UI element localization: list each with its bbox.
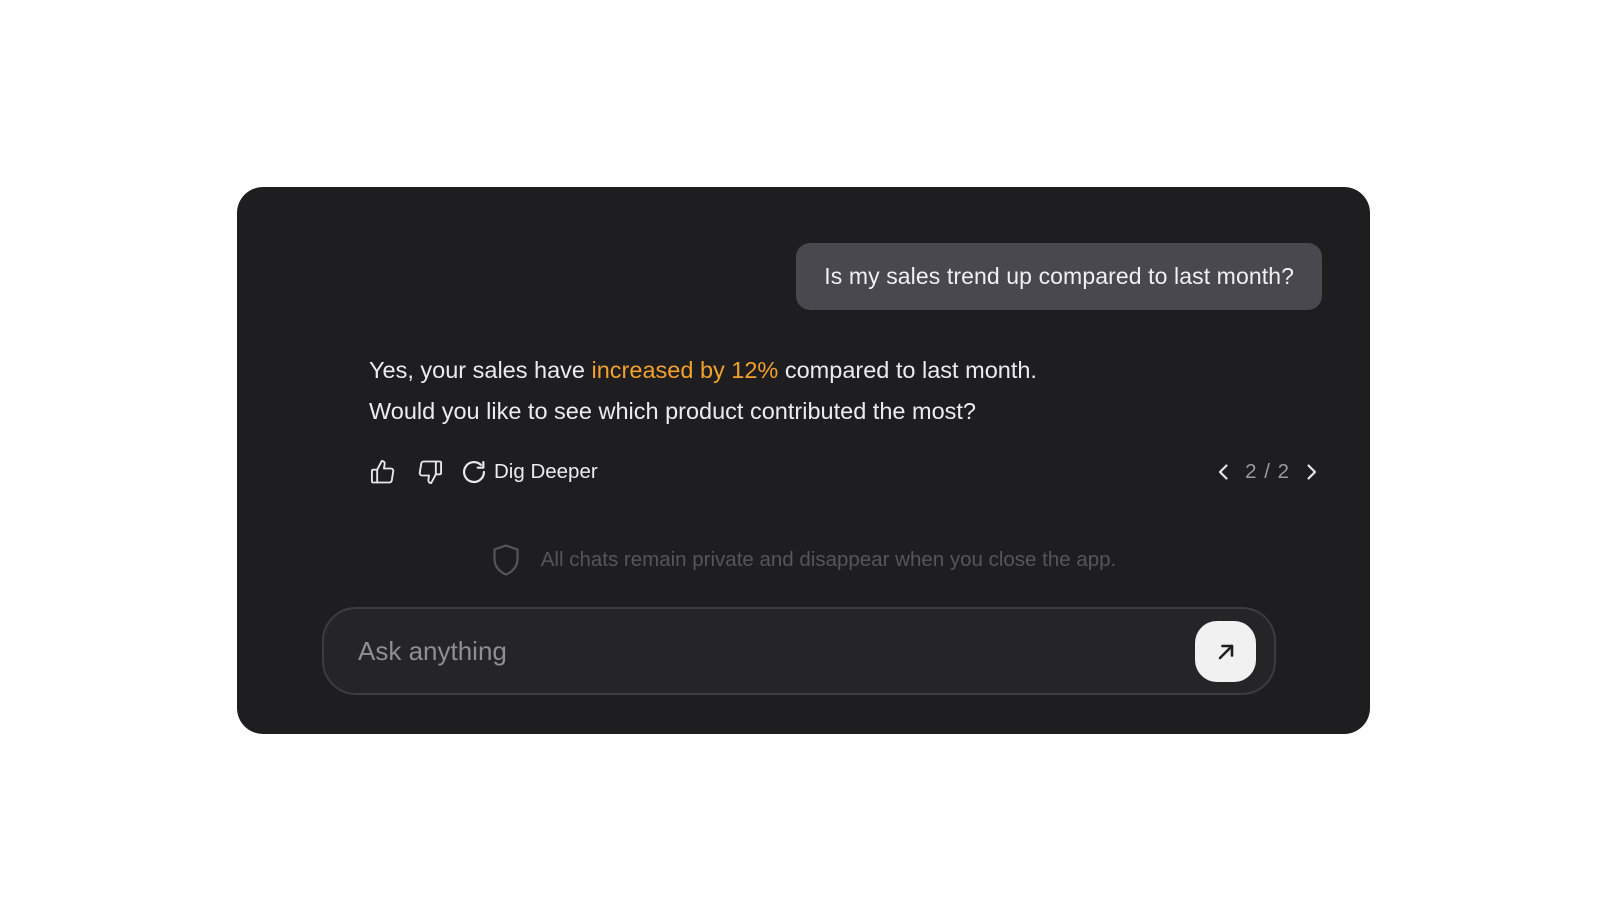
assistant-message-line-1: Yes, your sales have increased by 12% co… (369, 350, 1269, 391)
thumbs-down-button[interactable] (413, 455, 447, 489)
shield-icon (493, 544, 519, 576)
assistant-message-suffix: compared to last month. (778, 357, 1037, 383)
thumbs-up-icon (370, 459, 395, 484)
assistant-message: Yes, your sales have increased by 12% co… (369, 350, 1269, 432)
assistant-message-prefix: Yes, your sales have (369, 357, 592, 383)
user-message-bubble: Is my sales trend up compared to last mo… (796, 243, 1322, 310)
chevron-left-icon (1218, 464, 1228, 480)
pager-separator: / (1264, 460, 1271, 483)
privacy-note: All chats remain private and disappear w… (237, 543, 1370, 577)
assistant-message-highlight: increased by 12% (591, 357, 779, 383)
dig-deeper-label: Dig Deeper (494, 460, 598, 483)
privacy-note-text: All chats remain private and disappear w… (540, 548, 1117, 571)
composer (322, 607, 1276, 695)
dig-deeper-button[interactable]: Dig Deeper (460, 458, 598, 486)
response-pager: 2 / 2 (1211, 454, 1324, 490)
thumbs-down-icon (418, 460, 443, 485)
send-button[interactable] (1195, 621, 1256, 682)
previous-response-button[interactable] (1211, 457, 1237, 487)
pager-current: 2 (1245, 460, 1258, 483)
assistant-message-line-2: Would you like to see which product cont… (369, 398, 976, 424)
pager-count: 2 / 2 (1245, 460, 1290, 484)
refresh-icon (462, 460, 486, 484)
message-actions: Dig Deeper (366, 454, 598, 490)
chat-window: Is my sales trend up compared to last mo… (237, 187, 1370, 734)
pager-total: 2 (1277, 460, 1290, 483)
ask-input[interactable] (356, 609, 1176, 693)
thumbs-up-button[interactable] (366, 455, 400, 489)
user-message-text: Is my sales trend up compared to last mo… (824, 263, 1294, 289)
next-response-button[interactable] (1298, 457, 1324, 487)
arrow-up-right-icon (1218, 644, 1233, 659)
chevron-right-icon (1307, 464, 1317, 480)
